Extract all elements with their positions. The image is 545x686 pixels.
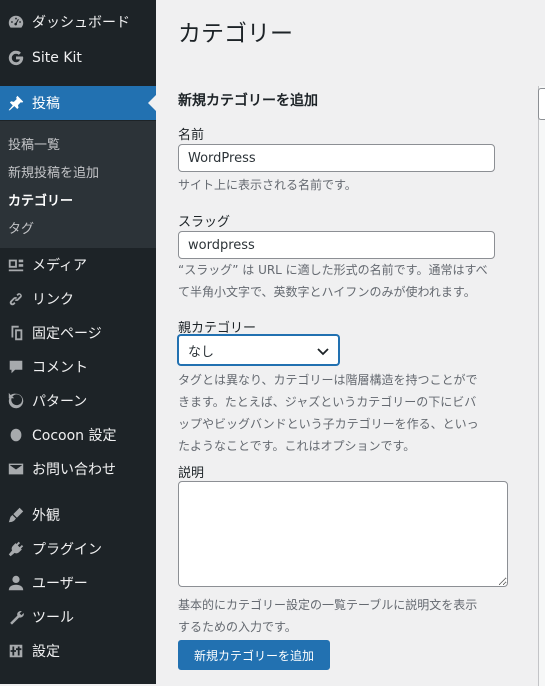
- link-icon: [6, 289, 26, 309]
- parent-help-line: タグとは異なり、カテゴリーは階層構造を持つことがで: [178, 373, 478, 387]
- parent-category-select[interactable]: なし: [178, 335, 339, 365]
- description-help-line: 基本的にカテゴリー設定の一覧テーブルに説明文を表示: [178, 598, 478, 612]
- parent-help-line: たようなことです。これはオプションです。: [178, 439, 416, 453]
- parent-help-line: きます。たとえば、ジャズというカテゴリーの下にビバ: [178, 395, 477, 409]
- name-help: サイト上に表示される名前です。: [178, 178, 357, 192]
- description-help-line: するための入力です。: [178, 620, 297, 634]
- sidebar-item-label: お問い合わせ: [32, 462, 116, 478]
- sidebar-item-tools[interactable]: ツール: [0, 600, 156, 634]
- sidebar-item-label: リンク: [32, 292, 74, 308]
- sidebar-item-media[interactable]: メディア: [0, 248, 156, 282]
- sidebar-item-pages[interactable]: 固定ページ: [0, 316, 156, 350]
- parent-label: 親カテゴリー: [178, 321, 257, 336]
- slug-help: “スラッグ” は URL に適した形式の名前です。通常はすべ て半角小文字で、英…: [178, 259, 508, 303]
- sidebar-item-appearance[interactable]: 外観: [0, 498, 156, 532]
- bulk-action-select-edge[interactable]: [538, 88, 545, 120]
- slug-help-line: て半角小文字で、英数字とハイフンのみが使われます。: [178, 285, 476, 299]
- comment-icon: [6, 357, 26, 377]
- settings-icon: [6, 641, 26, 661]
- slug-help-line: “スラッグ” は URL に適した形式の名前です。通常はすべ: [178, 263, 488, 277]
- media-icon: [6, 255, 26, 275]
- page-title: カテゴリー: [178, 21, 293, 47]
- sidebar-item-plugins[interactable]: プラグイン: [0, 532, 156, 566]
- sidebar-item-label: Cocoon 設定: [32, 428, 117, 444]
- sidebar-item-label: 設定: [32, 644, 60, 660]
- sidebar-item-comments[interactable]: コメント: [0, 350, 156, 384]
- mail-icon: [6, 459, 26, 479]
- appearance-icon: [6, 505, 26, 525]
- chevron-down-icon: [317, 348, 329, 356]
- sidebar-item-label: 外観: [32, 508, 60, 524]
- submenu-item-categories[interactable]: カテゴリー: [8, 190, 73, 209]
- sidebar-item-patterns[interactable]: パターン: [0, 384, 156, 418]
- parent-selected-value: なし: [188, 344, 215, 360]
- sidebar-item-label: メディア: [32, 258, 88, 274]
- submenu-item-add-new-post[interactable]: 新規投稿を追加: [8, 162, 99, 181]
- sidebar-item-posts[interactable]: 投稿: [0, 86, 156, 120]
- posts-submenu: 投稿一覧 新規投稿を追加 カテゴリー タグ: [0, 121, 156, 248]
- sidebar-item-settings[interactable]: 設定: [0, 634, 156, 668]
- sidebar-item-label: プラグイン: [32, 542, 102, 558]
- description-label: 説明: [178, 466, 205, 481]
- name-label: 名前: [178, 128, 205, 143]
- name-input[interactable]: [178, 144, 495, 172]
- sidebar-item-label: パターン: [32, 394, 88, 410]
- tools-icon: [6, 607, 26, 627]
- pattern-icon: [6, 391, 26, 411]
- submenu-item-tags[interactable]: タグ: [8, 218, 34, 237]
- pin-icon: [6, 93, 26, 113]
- form-heading: 新規カテゴリーを追加: [178, 93, 318, 109]
- slug-label: スラッグ: [178, 215, 231, 230]
- sidebar-item-dashboard[interactable]: ダッシュボード: [0, 5, 156, 39]
- slug-input[interactable]: [178, 231, 495, 259]
- submenu-item-all-posts[interactable]: 投稿一覧: [8, 134, 60, 153]
- sitekit-icon: [6, 48, 26, 68]
- sidebar-item-label: 投稿: [32, 96, 60, 112]
- parent-help-line: ップやビッグバンドという子カテゴリーを作る、といっ: [178, 417, 479, 431]
- user-icon: [6, 573, 26, 593]
- sidebar-item-users[interactable]: ユーザー: [0, 566, 156, 600]
- admin-sidebar: ダッシュボード Site Kit 投稿 投稿一覧 新規投稿を追加 カテゴリー タ…: [0, 0, 156, 684]
- description-help: 基本的にカテゴリー設定の一覧テーブルに説明文を表示 するための入力です。: [178, 594, 508, 638]
- description-textarea[interactable]: [178, 481, 508, 587]
- main-content: カテゴリー 新規カテゴリーを追加 名前 サイト上に表示される名前です。 スラッグ…: [156, 0, 545, 686]
- sidebar-item-label: Site Kit: [32, 50, 82, 66]
- sidebar-item-label: ユーザー: [32, 576, 88, 592]
- sidebar-item-label: 固定ページ: [32, 326, 102, 342]
- sidebar-item-links[interactable]: リンク: [0, 282, 156, 316]
- sidebar-item-label: コメント: [32, 360, 88, 376]
- sidebar-item-label: ツール: [32, 610, 74, 626]
- sidebar-item-sitekit[interactable]: Site Kit: [0, 41, 156, 75]
- dashboard-icon: [6, 12, 26, 32]
- sidebar-item-contact[interactable]: お問い合わせ: [0, 452, 156, 486]
- add-category-button[interactable]: 新規カテゴリーを追加: [178, 640, 330, 670]
- page-icon: [6, 323, 26, 343]
- parent-help: タグとは異なり、カテゴリーは階層構造を持つことがで きます。たとえば、ジャズとい…: [178, 369, 508, 457]
- sidebar-item-cocoon-settings[interactable]: Cocoon 設定: [0, 418, 156, 452]
- plugin-icon: [6, 539, 26, 559]
- cocoon-icon: [6, 425, 26, 445]
- category-list-panel-edge: [538, 86, 545, 686]
- sidebar-item-label: ダッシュボード: [32, 15, 130, 31]
